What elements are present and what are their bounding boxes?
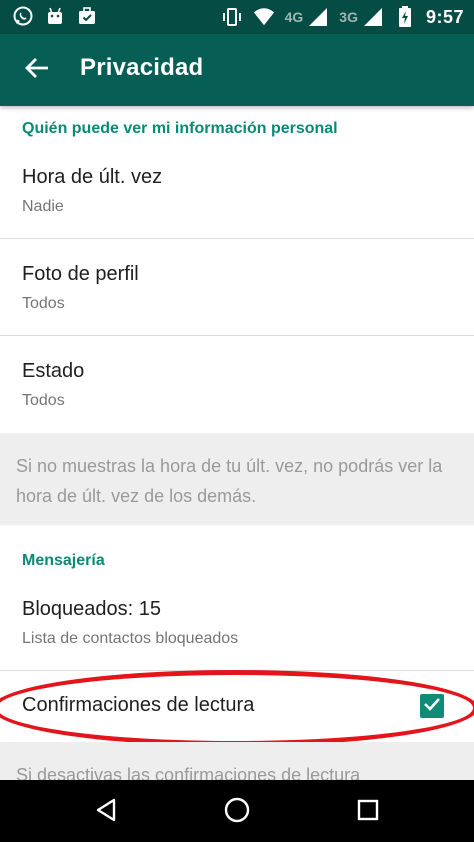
divider: [0, 335, 474, 336]
divider: [0, 238, 474, 239]
wifi-icon: [253, 6, 275, 28]
recents-square-icon: [356, 798, 380, 827]
setting-value: Todos: [22, 295, 65, 312]
section-header-messaging: Mensajería: [22, 552, 105, 569]
setting-value: Lista de contactos bloqueados: [22, 630, 239, 647]
nav-home-button[interactable]: [219, 794, 255, 830]
briefcase-icon: [76, 5, 98, 27]
section-header-personal-info: Quién puede ver mi información personal: [22, 120, 338, 137]
page-title: Privacidad: [80, 54, 204, 81]
network-type-3g: 3G: [339, 9, 358, 25]
setting-status[interactable]: Estado Todos: [0, 348, 474, 432]
signal-icon: [362, 6, 384, 28]
setting-value: Todos: [22, 392, 65, 409]
nav-recents-button[interactable]: [350, 794, 386, 830]
whatsapp-icon: [12, 5, 34, 27]
setting-title: Hora de últ. vez: [22, 166, 163, 188]
back-triangle-icon: [93, 797, 119, 828]
setting-blocked-contacts[interactable]: Bloqueados: 15 Lista de contactos bloque…: [0, 586, 474, 670]
setting-read-receipts[interactable]: Confirmaciones de lectura: [0, 671, 474, 741]
arrow-back-icon: [24, 56, 50, 85]
setting-value: Nadie: [22, 198, 64, 215]
last-seen-note: Si no muestras la hora de tu últ. vez, n…: [0, 433, 474, 525]
system-nav-bar: [0, 780, 474, 842]
battery-charging-icon: [394, 6, 416, 28]
home-circle-icon: [223, 796, 251, 829]
app-bar: Privacidad: [0, 34, 474, 106]
privacy-settings-list: Quién puede ver mi información personal …: [0, 106, 474, 780]
setting-title: Bloqueados: 15: [22, 598, 162, 620]
nav-back-button[interactable]: [88, 794, 124, 830]
android-icon: [44, 5, 66, 27]
setting-title: Confirmaciones de lectura: [22, 694, 255, 716]
network-type-4g: 4G: [284, 9, 304, 25]
vibrate-icon: [221, 6, 243, 28]
checkmark-icon: [423, 696, 441, 717]
back-button[interactable]: [20, 54, 54, 86]
status-bar: 4G 3G 9:57: [0, 0, 474, 34]
setting-last-seen[interactable]: Hora de últ. vez Nadie: [0, 154, 474, 238]
setting-title: Estado: [22, 360, 85, 382]
read-receipts-note: Si desactivas las confirmaciones de lect…: [0, 742, 474, 780]
setting-profile-photo[interactable]: Foto de perfil Todos: [0, 251, 474, 335]
read-receipts-checkbox[interactable]: [420, 694, 444, 718]
setting-title: Foto de perfil: [22, 263, 139, 285]
clock: 9:57: [425, 6, 464, 27]
signal-icon: [307, 6, 329, 28]
